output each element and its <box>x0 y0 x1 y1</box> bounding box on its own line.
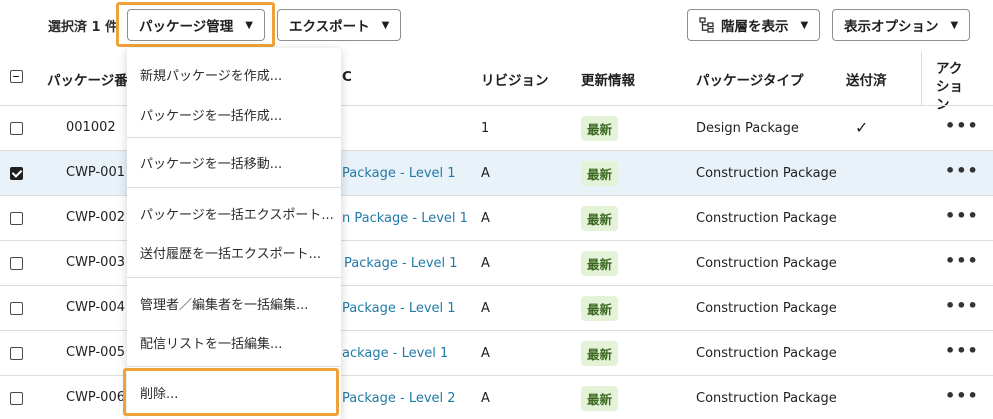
menu-item-bulk-export[interactable]: パッケージを一括エクスポート... <box>127 191 341 235</box>
show-hierarchy-button[interactable]: 階層を表示 ▼ <box>687 9 821 41</box>
package-name-link[interactable]: Package - Level 1 <box>344 256 458 271</box>
status-badge: 最新 <box>581 206 619 231</box>
package-number: CWP-004 <box>66 300 125 315</box>
menu-item-create-package[interactable]: 新規パッケージを作成... <box>127 52 341 96</box>
package-type: Design Package <box>696 121 799 136</box>
package-number: CWP-005 <box>66 345 125 360</box>
row-checkbox[interactable] <box>10 392 23 405</box>
menu-divider <box>127 366 341 367</box>
revision: A <box>481 391 490 406</box>
package-name-link[interactable]: Package - Level 1 <box>342 166 456 181</box>
hierarchy-icon <box>699 17 714 33</box>
status-badge: 最新 <box>581 341 619 366</box>
export-label: エクスポート <box>289 19 370 35</box>
package-type: Construction Package <box>696 166 837 181</box>
caret-down-icon: ▼ <box>381 19 390 31</box>
caret-down-icon: ▼ <box>800 19 809 31</box>
row-actions-button[interactable]: ••• <box>945 206 979 225</box>
package-number: CWP-001 <box>66 165 125 180</box>
package-number: CWP-006 <box>66 390 125 405</box>
export-button[interactable]: エクスポート ▼ <box>277 9 402 41</box>
row-checkbox[interactable] <box>10 167 23 180</box>
package-type: Construction Package <box>696 301 837 316</box>
revision: A <box>481 166 490 181</box>
package-name-link[interactable]: n Package - Level 1 <box>342 211 468 226</box>
package-name-link[interactable]: Package - Level 1 <box>342 301 456 316</box>
header-name[interactable]: C <box>342 69 352 85</box>
status-badge: 最新 <box>581 251 619 276</box>
menu-divider <box>127 277 341 278</box>
header-revision[interactable]: リビジョン <box>481 69 549 89</box>
package-number: CWP-003 <box>66 255 125 270</box>
row-actions-button[interactable]: ••• <box>945 386 979 405</box>
caret-down-icon: ▼ <box>950 19 959 31</box>
row-checkbox[interactable] <box>10 212 23 225</box>
sent-check-icon: ✓ <box>855 118 869 137</box>
package-manage-menu: 新規パッケージを作成... パッケージを一括作成... パッケージを一括移動..… <box>127 48 341 419</box>
header-update-info[interactable]: 更新情報 <box>581 69 635 89</box>
status-badge: 最新 <box>581 296 619 321</box>
package-number: 001002 <box>66 120 116 135</box>
package-manage-highlight <box>116 2 275 47</box>
row-actions-button[interactable]: ••• <box>945 161 979 180</box>
row-checkbox[interactable] <box>10 302 23 315</box>
row-actions-button[interactable]: ••• <box>945 116 979 135</box>
menu-item-bulk-edit-distribution[interactable]: 配信リストを一括編集... <box>127 320 341 364</box>
row-checkbox[interactable] <box>10 347 23 360</box>
revision: A <box>481 301 490 316</box>
package-name-link[interactable]: Package - Level 2 <box>342 391 456 406</box>
revision: A <box>481 256 490 271</box>
display-options-label: 表示オプション <box>844 19 939 35</box>
show-hierarchy-label: 階層を表示 <box>721 19 789 35</box>
delete-highlight <box>123 368 339 416</box>
header-sent[interactable]: 送付済 <box>846 69 887 89</box>
revision: A <box>481 211 490 226</box>
menu-item-bulk-edit-admins[interactable]: 管理者／編集者を一括編集... <box>127 281 341 325</box>
package-type: Construction Package <box>696 211 837 226</box>
display-options-button[interactable]: 表示オプション ▼ <box>832 9 971 41</box>
row-actions-button[interactable]: ••• <box>945 341 979 360</box>
row-checkbox[interactable] <box>10 122 23 135</box>
header-divider <box>921 52 922 106</box>
package-type: Construction Package <box>696 346 837 361</box>
menu-divider <box>127 187 341 188</box>
menu-item-bulk-move[interactable]: パッケージを一括移動... <box>127 140 341 184</box>
selected-count: 選択済 1 件 <box>48 20 119 35</box>
menu-item-export-history[interactable]: 送付履歴を一括エクスポート... <box>127 230 341 274</box>
status-badge: 最新 <box>581 161 619 186</box>
select-all-checkbox[interactable] <box>10 70 23 83</box>
package-number: CWP-002 <box>66 210 125 225</box>
menu-item-bulk-create[interactable]: パッケージを一括作成... <box>127 92 341 136</box>
status-badge: 最新 <box>581 386 619 411</box>
header-package-type[interactable]: パッケージタイプ <box>696 69 803 89</box>
row-actions-button[interactable]: ••• <box>945 296 979 315</box>
revision: A <box>481 346 490 361</box>
status-badge: 最新 <box>581 116 619 141</box>
menu-divider <box>127 137 341 138</box>
revision: 1 <box>481 121 490 136</box>
package-type: Construction Package <box>696 391 837 406</box>
row-actions-button[interactable]: ••• <box>945 251 979 270</box>
package-type: Construction Package <box>696 256 837 271</box>
row-checkbox[interactable] <box>10 257 23 270</box>
package-name-link[interactable]: ackage - Level 1 <box>342 346 448 361</box>
